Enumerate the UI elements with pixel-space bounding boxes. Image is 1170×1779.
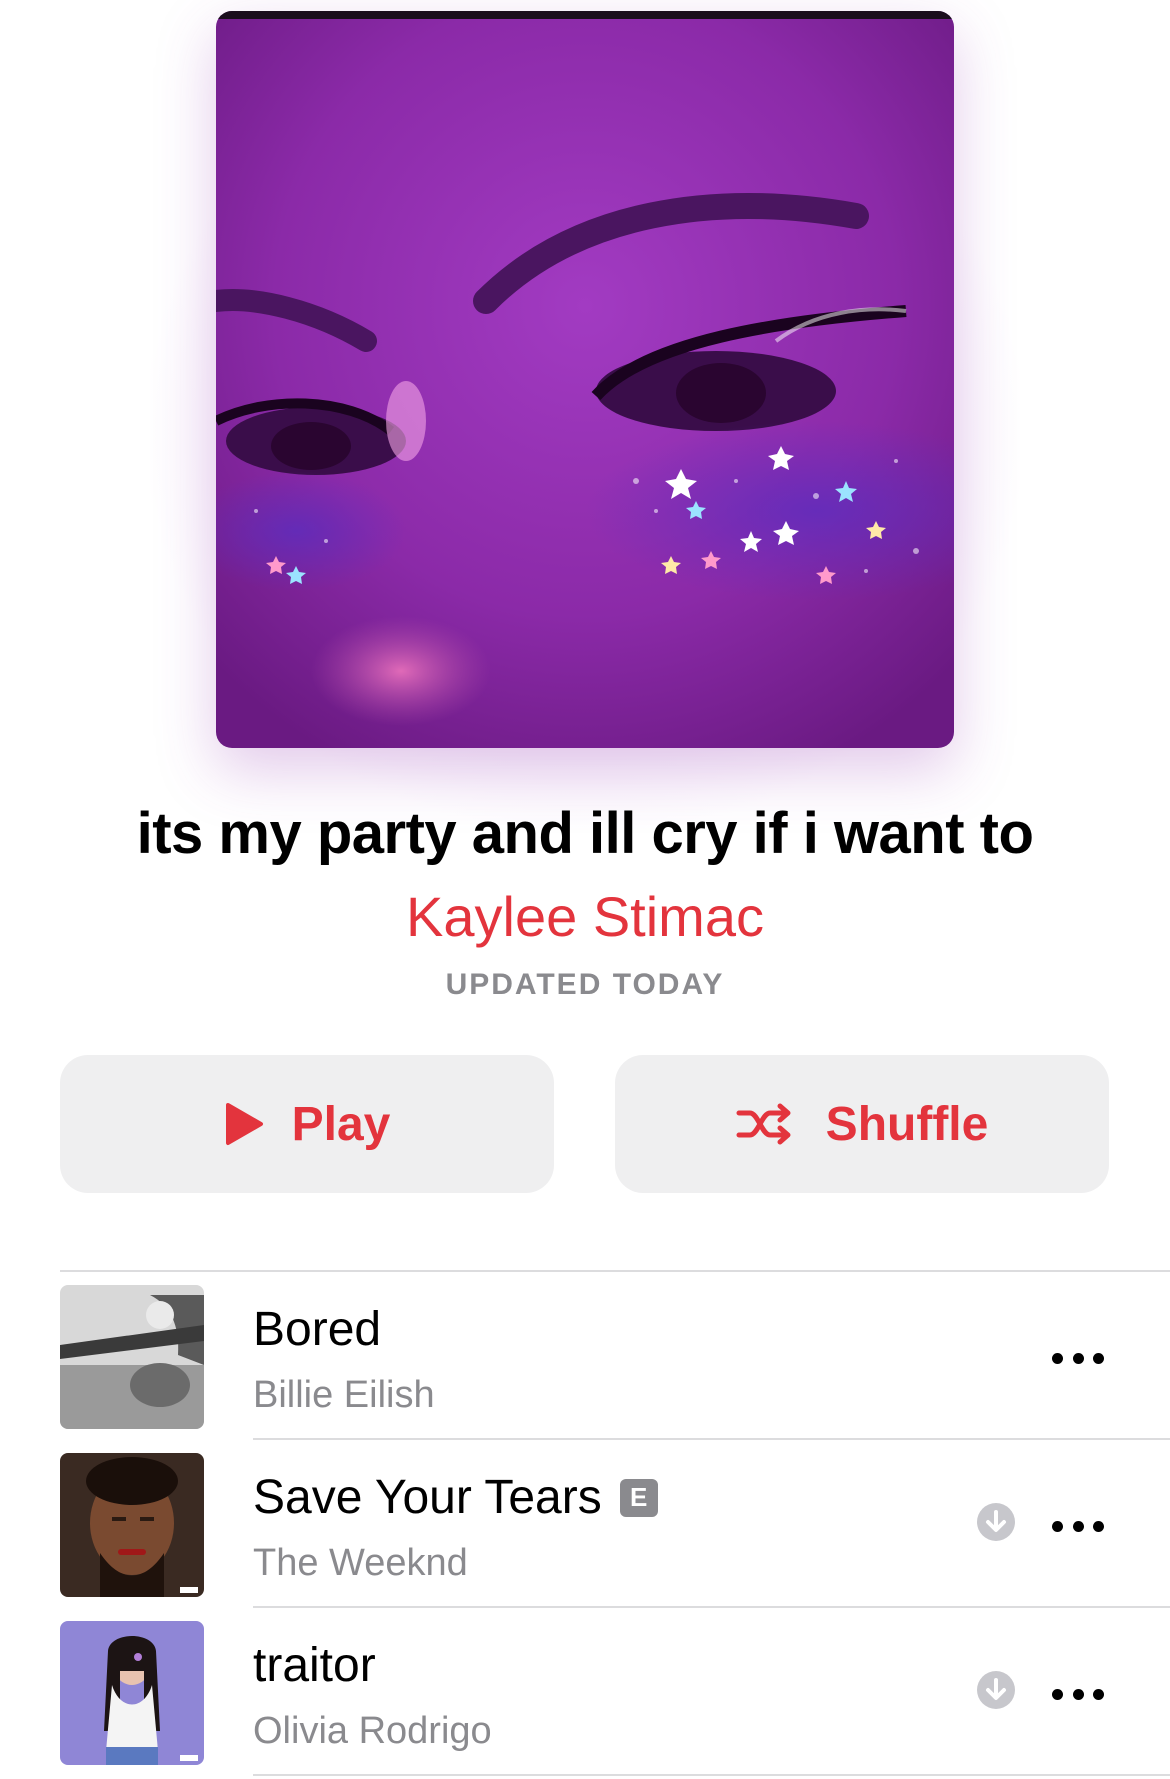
updated-label: UPDATED TODAY bbox=[445, 968, 725, 1001]
playlist-artwork[interactable] bbox=[216, 11, 954, 748]
curator-link[interactable]: Kaylee Stimac bbox=[0, 884, 1170, 949]
track-artist: Billie Eilish bbox=[253, 1374, 435, 1416]
track-artwork bbox=[60, 1621, 204, 1765]
playlist-title: its my party and ill cry if i want to bbox=[136, 801, 1034, 866]
row-divider bbox=[253, 1774, 1170, 1776]
shuffle-button[interactable]: Shuffle bbox=[615, 1055, 1109, 1193]
track-row[interactable]: Save Your Tears E The Weeknd bbox=[0, 1440, 1170, 1608]
track-artwork bbox=[60, 1285, 204, 1429]
downloaded-icon bbox=[977, 1671, 1015, 1709]
track-row[interactable]: traitor Olivia Rodrigo bbox=[0, 1608, 1170, 1776]
play-label: Play bbox=[291, 1097, 391, 1151]
more-icon[interactable] bbox=[1052, 1684, 1104, 1704]
shuffle-label: Shuffle bbox=[825, 1097, 989, 1151]
more-icon[interactable] bbox=[1052, 1516, 1104, 1536]
track-artwork bbox=[60, 1453, 204, 1597]
downloaded-icon bbox=[977, 1503, 1015, 1541]
play-icon bbox=[224, 1102, 264, 1146]
track-row[interactable]: Bored Billie Eilish bbox=[0, 1272, 1170, 1440]
track-artist: Olivia Rodrigo bbox=[253, 1710, 492, 1752]
track-title: Save Your Tears E bbox=[253, 1470, 658, 1525]
play-button[interactable]: Play bbox=[60, 1055, 554, 1193]
explicit-badge: E bbox=[619, 1478, 658, 1517]
shuffle-icon bbox=[736, 1102, 794, 1146]
track-title: Bored bbox=[253, 1303, 382, 1356]
track-artist: The Weeknd bbox=[253, 1542, 468, 1584]
more-icon[interactable] bbox=[1052, 1348, 1104, 1368]
track-title: traitor bbox=[253, 1639, 376, 1692]
artwork-image bbox=[216, 11, 954, 748]
